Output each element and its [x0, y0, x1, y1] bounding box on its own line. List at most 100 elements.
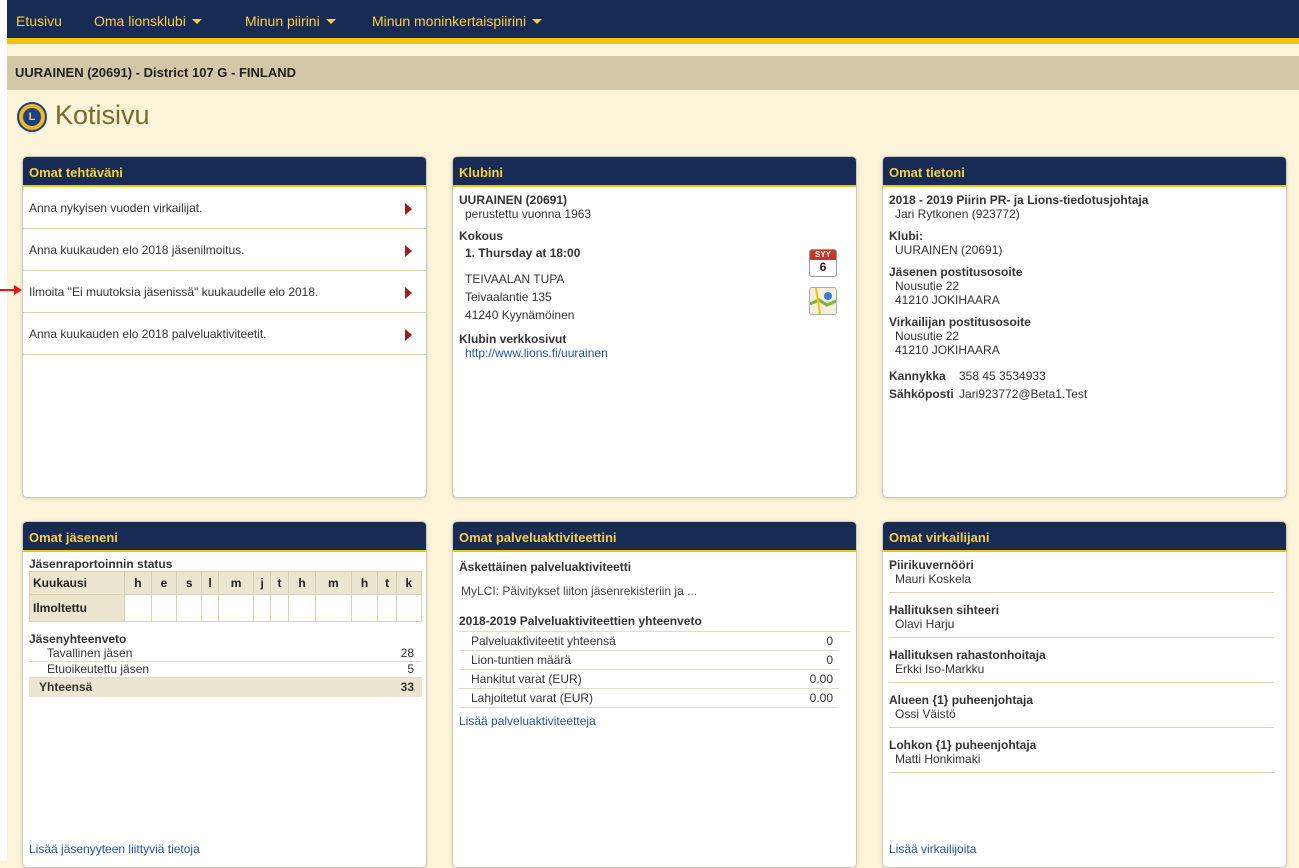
calendar-day: 6 — [819, 260, 827, 274]
email-row: Sähköposti Jari923772@Beta1.Test — [889, 387, 1280, 401]
tasks-panel-title: Omat tehtäväni — [23, 157, 426, 187]
task-label: Anna nykyisen vuoden virkailijat. — [29, 201, 203, 215]
officer-role: Lohkon {1} puheenjohtaja — [889, 738, 1037, 752]
task-label: Anna kuukauden elo 2018 jäsenilmoitus. — [29, 243, 245, 257]
service-row-value: 0.00 — [809, 691, 833, 705]
task-list: Anna nykyisen vuoden virkailijat. Anna k… — [23, 187, 426, 355]
service-summary-label: 2018-2019 Palveluaktiviteettien yhteenve… — [459, 614, 850, 632]
reported-cell — [395, 594, 423, 622]
my-name: Jari Rytkonen (923772) — [895, 207, 1020, 221]
my-role: 2018 - 2019 Piirin PR- ja Lions-tiedotus… — [889, 193, 1149, 207]
club-website-link[interactable]: http://www.lions.fi/uurainen — [459, 346, 850, 360]
tasks-panel: Omat tehtäväni Anna nykyisen vuoden virk… — [22, 156, 427, 498]
officers-panel: Omat virkailijani Piirikuvernööri Mauri … — [882, 521, 1287, 868]
nav-my-district[interactable]: Minun piirini — [245, 13, 336, 29]
meeting-venue: TEIVAALAN TUPA — [465, 272, 565, 286]
member-address-label: Jäsenen postitusosoite — [889, 265, 1023, 279]
arrow-right-icon — [405, 329, 412, 341]
report-status-table: Kuukausi h e s l m j t h m h t k Ilmolte… — [29, 571, 423, 622]
meeting-label: Kokous — [459, 229, 504, 243]
service-row-label: Hankitut varat (EUR) — [471, 672, 582, 686]
officer-name: Erkki Iso-Markku — [895, 662, 985, 676]
reported-cell — [176, 594, 203, 622]
reported-cell — [201, 594, 219, 622]
nav-my-district-label: Minun piirini — [245, 13, 320, 29]
service-summary-row: Lahjoitetut varat (EUR) 0.00 — [459, 689, 839, 708]
add-service-activities-link[interactable]: Lisää palveluaktiviteetteja — [459, 714, 850, 728]
task-item-officers[interactable]: Anna nykyisen vuoden virkailijat. — [23, 187, 426, 229]
officer-entry: Hallituksen sihteeri Olavi Harju — [889, 599, 1274, 638]
nav-home[interactable]: Etusivu — [16, 13, 62, 29]
officer-name: Matti Honkimaki — [895, 752, 981, 766]
summary-row-label: Etuoikeutettu jäsen — [47, 662, 150, 676]
month-cell: t — [269, 571, 290, 595]
add-membership-info-link[interactable]: Lisää jäsenyyteen liittyviä tietoja — [29, 842, 200, 856]
members-panel-title: Omat jäseneni — [23, 522, 426, 552]
officer-name: Ossi Väistö — [895, 707, 956, 721]
mobile-label: Kannykka — [889, 369, 946, 383]
officer-role: Piirikuvernööri — [889, 558, 974, 572]
month-cell: l — [201, 571, 219, 595]
meeting-street: Teivaalantie 135 — [465, 290, 552, 304]
club-founded: perustettu vuonna 1963 — [465, 207, 592, 221]
reported-cell — [124, 594, 152, 622]
service-summary-row: Lion-tuntien määrä 0 — [459, 651, 839, 670]
my-info-panel: Omat tietoni 2018 - 2019 Piirin PR- ja L… — [882, 156, 1287, 498]
district-bar: UURAINEN (20691) - District 107 G - FINL… — [7, 56, 1299, 90]
month-cell: h — [124, 571, 152, 595]
members-panel: Omat jäseneni Jäsenraportoinnin status K… — [22, 521, 427, 868]
pointer-arrow-icon — [0, 285, 22, 295]
summary-row-value: 5 — [407, 662, 414, 676]
club-name: UURAINEN (20691) — [459, 193, 568, 207]
nav-home-label: Etusivu — [16, 13, 62, 29]
reported-cell — [288, 594, 316, 622]
calendar-icon[interactable]: SYY 6 — [809, 249, 837, 277]
officers-panel-title: Omat virkailijani — [883, 522, 1286, 552]
email-label: Sähköposti — [889, 387, 954, 401]
nav-multiple-district[interactable]: Minun moninkertaispiirini — [372, 13, 543, 29]
member-address-line2: 41210 JOKIHAARA — [895, 293, 1000, 307]
officer-name: Mauri Koskela — [895, 572, 972, 586]
month-cell: m — [217, 571, 255, 595]
chevron-down-icon — [325, 19, 336, 24]
officer-role: Hallituksen sihteeri — [889, 603, 1000, 617]
meeting-time: 1. Thursday at 18:00 — [465, 246, 581, 260]
officer-entry: Hallituksen rahastonhoitaja Erkki Iso-Ma… — [889, 644, 1274, 683]
my-info-panel-title: Omat tietoni — [883, 157, 1286, 187]
task-item-no-changes[interactable]: Ilmoita "Ei muutoksia jäsenissä" kuukaud… — [23, 271, 426, 313]
report-status-label: Jäsenraportoinnin status — [29, 557, 173, 571]
service-row-label: Lion-tuntien määrä — [471, 653, 572, 667]
arrow-right-icon — [405, 245, 412, 257]
chevron-down-icon — [191, 19, 202, 24]
month-cell: t — [377, 571, 397, 595]
calendar-month: SYY — [810, 250, 836, 260]
month-header: Kuukausi — [29, 571, 125, 595]
page-header: L Kotisivu — [7, 90, 1299, 144]
officer-address-label: Virkailijan postitusosoite — [889, 315, 1031, 329]
club-panel: Klubini UURAINEN (20691) perustettu vuon… — [452, 156, 857, 498]
officer-role: Alueen {1} puheenjohtaja — [889, 693, 1034, 707]
club-panel-title: Klubini — [453, 157, 856, 187]
add-officers-link[interactable]: Lisää virkailijoita — [889, 842, 976, 856]
officer-role: Hallituksen rahastonhoitaja — [889, 648, 1046, 662]
map-icon[interactable] — [809, 287, 837, 315]
month-cell: e — [150, 571, 178, 595]
officer-entry: Piirikuvernööri Mauri Koskela — [889, 554, 1274, 593]
reported-row: Ilmoltettu — [29, 594, 423, 622]
recent-service-item[interactable]: MyLCI: Päivitykset liiton jäsenrekisteri… — [459, 584, 850, 598]
service-row-label: Lahjoitetut varat (EUR) — [471, 691, 594, 705]
reported-cell — [269, 594, 290, 622]
task-item-member-report[interactable]: Anna kuukauden elo 2018 jäsenilmoitus. — [23, 229, 426, 271]
summary-table: Tavallinen jäsen 28 Etuoikeutettu jäsen … — [29, 646, 422, 697]
reported-cell — [350, 594, 379, 622]
task-item-service-activities[interactable]: Anna kuukauden elo 2018 palveluaktivitee… — [23, 313, 426, 355]
service-row-value: 0 — [826, 634, 833, 648]
month-cell: h — [350, 571, 379, 595]
month-cell: m — [315, 571, 352, 595]
month-cell: s — [176, 571, 203, 595]
summary-row: Tavallinen jäsen 28 — [29, 646, 422, 662]
officer-name: Olavi Harju — [895, 617, 955, 631]
nav-my-club[interactable]: Oma lionsklubi — [94, 13, 202, 29]
email-value: Jari923772@Beta1.Test — [959, 387, 1088, 401]
reported-cell — [315, 594, 352, 622]
